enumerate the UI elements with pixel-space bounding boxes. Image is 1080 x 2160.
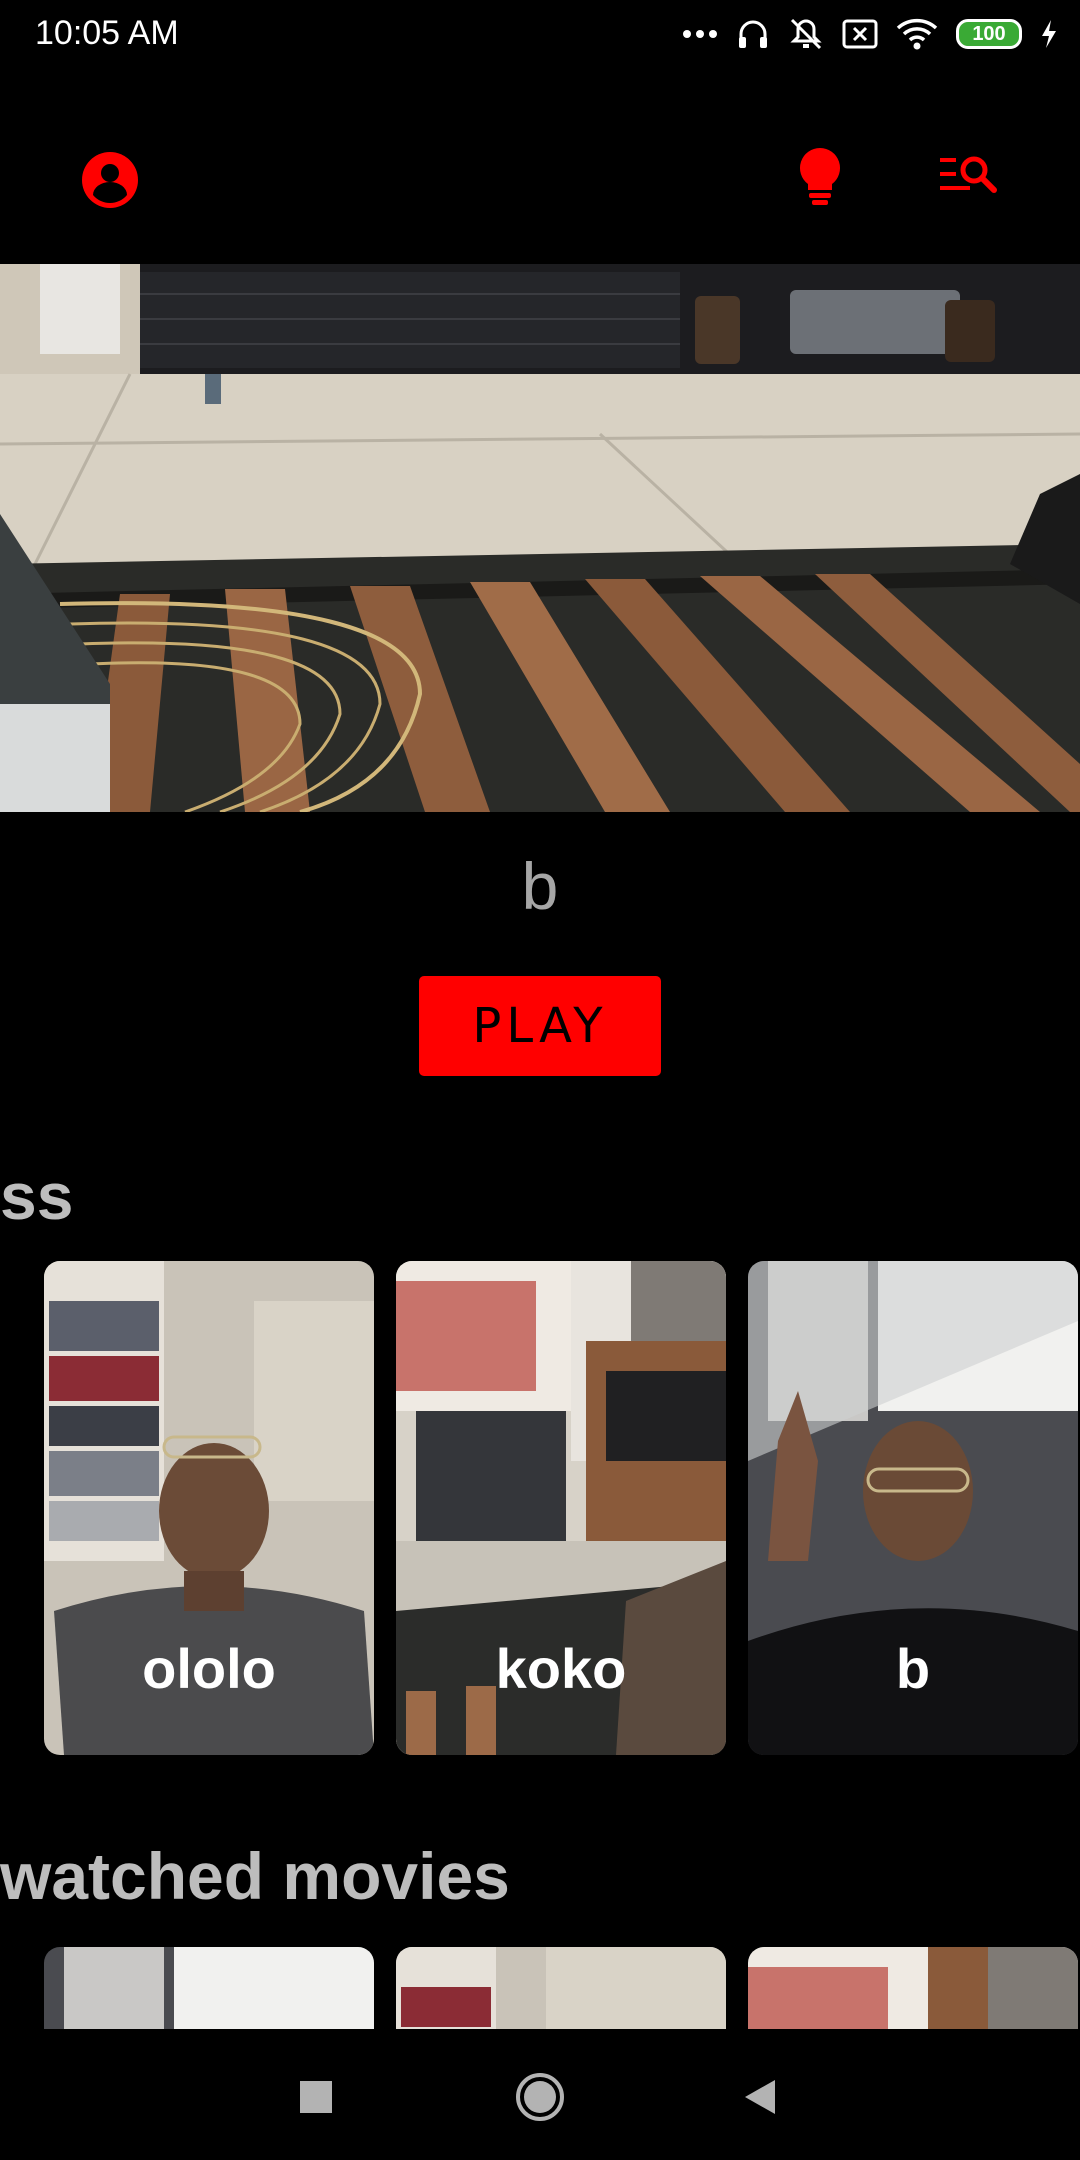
- section-title: ss: [0, 1159, 74, 1233]
- battery-level: 100: [972, 23, 1006, 45]
- list-search-icon: [938, 154, 998, 203]
- poster-card[interactable]: ololo: [44, 1261, 374, 1755]
- poster-card[interactable]: [396, 1947, 726, 2029]
- search-list-button[interactable]: [928, 138, 1008, 218]
- poster-card[interactable]: [44, 1947, 374, 2029]
- poster-card[interactable]: b: [748, 1261, 1078, 1755]
- sim-x-icon: [842, 19, 878, 49]
- poster-label: ololo: [142, 1637, 276, 1700]
- mute-icon: [788, 16, 824, 52]
- poster-image: [748, 1947, 1078, 2029]
- featured-banner[interactable]: [0, 264, 1080, 812]
- status-bar: 10:05 AM 100: [0, 0, 1080, 68]
- back-button[interactable]: [720, 2059, 800, 2139]
- poster-image: [44, 1947, 374, 2029]
- featured-title: b: [521, 849, 559, 923]
- status-icons: 100: [682, 14, 1058, 54]
- tips-button[interactable]: [780, 138, 860, 218]
- app-bar: [0, 68, 1080, 264]
- featured-image: [0, 264, 1080, 812]
- play-button-label: PLAY: [472, 998, 608, 1054]
- recent-apps-button[interactable]: [276, 2059, 356, 2139]
- status-time: 10:05 AM: [35, 14, 179, 52]
- poster-row[interactable]: ololo koko b: [44, 1261, 1080, 1755]
- section-title: watched movies: [0, 1839, 510, 1913]
- back-icon: [743, 2078, 777, 2121]
- wifi-icon: [896, 17, 938, 51]
- headset-icon: [736, 17, 770, 51]
- home-button[interactable]: [500, 2059, 580, 2139]
- charging-icon: [1040, 19, 1058, 49]
- home-icon: [514, 2071, 566, 2128]
- navigation-bar: [0, 2029, 1080, 2160]
- recent-apps-icon: [299, 2080, 333, 2119]
- poster-label: b: [895, 1637, 931, 1700]
- poster-label: koko: [495, 1637, 627, 1700]
- poster-row[interactable]: [44, 1947, 1080, 2029]
- profile-button[interactable]: [70, 142, 150, 222]
- battery-icon: 100: [956, 19, 1022, 49]
- play-button[interactable]: PLAY: [419, 976, 661, 1076]
- more-dots-icon: [682, 28, 718, 40]
- poster-card[interactable]: [748, 1947, 1078, 2029]
- lightbulb-icon: [798, 146, 842, 211]
- poster-image: [396, 1947, 726, 2029]
- profile-icon: [81, 151, 139, 214]
- poster-card[interactable]: koko: [396, 1261, 726, 1755]
